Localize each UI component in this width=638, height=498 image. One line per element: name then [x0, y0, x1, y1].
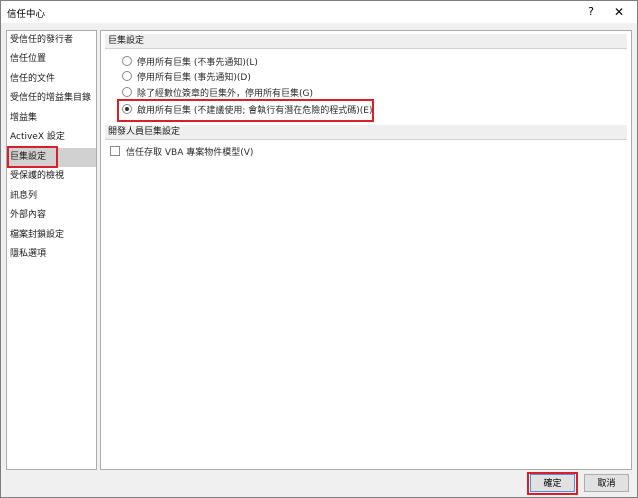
sidebar-item-file-block-settings[interactable]: 檔案封鎖設定: [7, 226, 96, 245]
option-highlight-box: [117, 99, 374, 122]
radio-disable-without-notification[interactable]: 停用所有巨集 (不事先通知)(L): [122, 56, 258, 70]
radio-button[interactable]: [122, 71, 132, 81]
help-icon[interactable]: ?: [581, 4, 601, 20]
checkbox-trust-vba-access[interactable]: 信任存取 VBA 專案物件模型(V): [110, 146, 253, 160]
cancel-button[interactable]: 取消: [584, 474, 629, 492]
sidebar-item-external-content[interactable]: 外部內容: [7, 206, 96, 225]
sidebar-item-message-bar[interactable]: 訊息列: [7, 187, 96, 206]
dialog-title: 信任中心: [7, 9, 46, 20]
ok-highlight-box: [527, 472, 578, 495]
sidebar-highlight-box: [7, 146, 58, 168]
trust-center-dialog: 信任中心 ? ✕ 受信任的發行者 信任位置 信任的文件 受信任的增益集目錄 增益…: [0, 0, 638, 498]
sidebar-item-trusted-documents[interactable]: 信任的文件: [7, 70, 96, 89]
checkbox-label: 信任存取 VBA 專案物件模型(V): [126, 148, 254, 158]
category-sidebar: 受信任的發行者 信任位置 信任的文件 受信任的增益集目錄 增益集 ActiveX…: [6, 30, 97, 470]
radio-button[interactable]: [122, 87, 132, 97]
sidebar-item-protected-view[interactable]: 受保護的檢視: [7, 167, 96, 186]
sidebar-item-trusted-locations[interactable]: 信任位置: [7, 50, 96, 69]
close-icon[interactable]: ✕: [609, 4, 629, 20]
radio-button[interactable]: [122, 56, 132, 66]
macro-settings-panel: 巨集設定 停用所有巨集 (不事先通知)(L) 停用所有巨集 (事先通知)(D) …: [100, 30, 632, 470]
sidebar-item-privacy-options[interactable]: 隱私選項: [7, 245, 96, 264]
checkbox[interactable]: [110, 146, 120, 156]
sidebar-item-trusted-addin-catalogs[interactable]: 受信任的增益集目錄: [7, 89, 96, 108]
sidebar-item-trusted-publishers[interactable]: 受信任的發行者: [7, 31, 96, 50]
sidebar-item-activex-settings[interactable]: ActiveX 設定: [7, 128, 96, 147]
sidebar-item-addins[interactable]: 增益集: [7, 109, 96, 128]
radio-label: 除了經數位簽章的巨集外，停用所有巨集(G): [137, 89, 313, 99]
radio-label: 停用所有巨集 (事先通知)(D): [137, 73, 251, 83]
radio-label: 停用所有巨集 (不事先通知)(L): [137, 58, 258, 68]
macro-settings-header: 巨集設定: [105, 34, 627, 49]
developer-macro-settings-header: 開發人員巨集設定: [105, 125, 627, 140]
title-bar: 信任中心 ? ✕: [1, 1, 637, 23]
radio-disable-with-notification[interactable]: 停用所有巨集 (事先通知)(D): [122, 71, 251, 85]
